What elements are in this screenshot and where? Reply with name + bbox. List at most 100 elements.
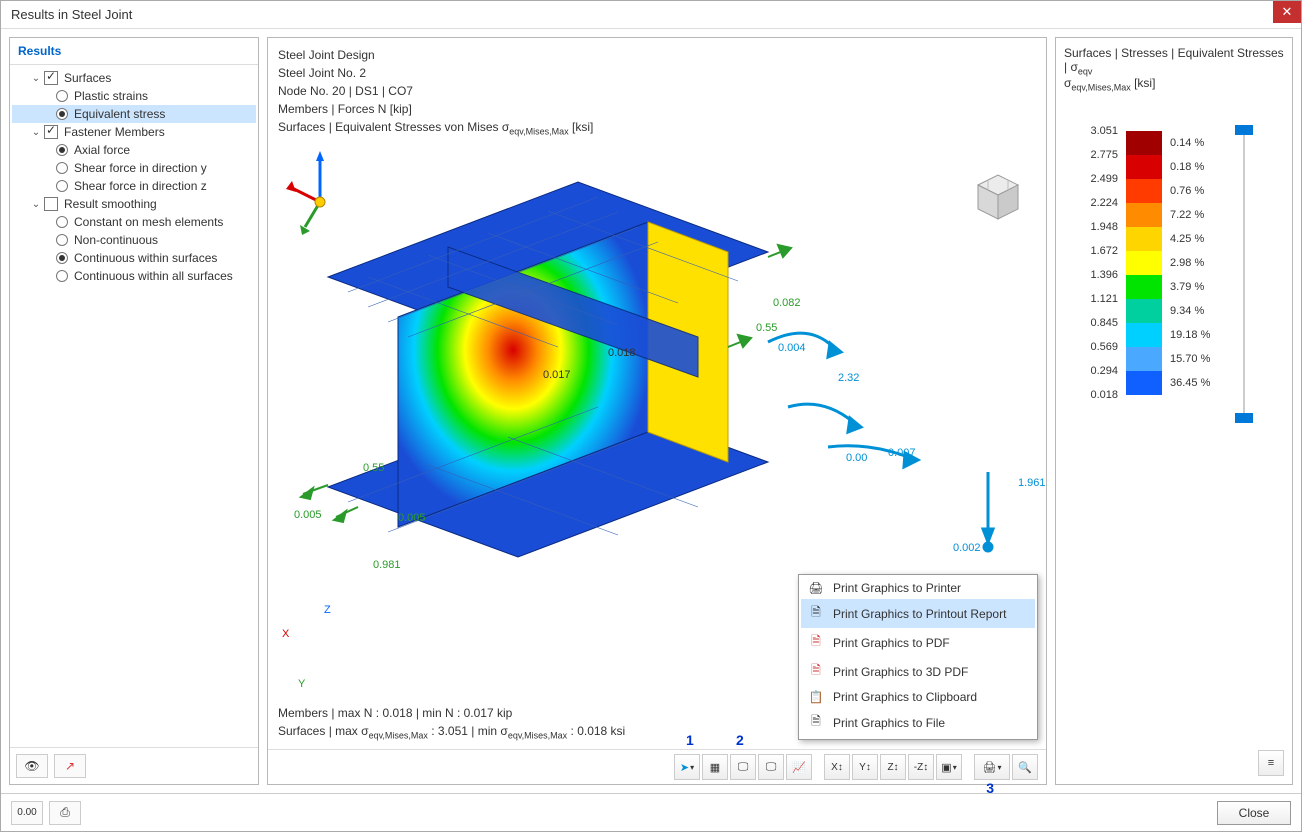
menu-print-file[interactable]: 🗎Print Graphics to File [801, 708, 1035, 737]
results-sidebar: Results ⌄ Surfaces Plastic strains Equiv… [9, 37, 259, 785]
printer-icon: 🖨 [807, 581, 825, 595]
checkbox-surfaces[interactable] [44, 71, 58, 85]
tree-axial-force[interactable]: Axial force [12, 141, 256, 159]
cube-icon: ▣ [941, 761, 951, 774]
chart-icon: 📈 [792, 761, 806, 774]
legend-slider[interactable] [1238, 129, 1250, 419]
annot-018: 0.018 [608, 347, 636, 359]
annot-981: 0.981 [373, 559, 401, 571]
print-context-menu: 🖨Print Graphics to Printer 🗎Print Graphi… [798, 574, 1038, 740]
checkbox-fastener[interactable] [44, 125, 58, 139]
menu-print-printer[interactable]: 🖨Print Graphics to Printer [801, 577, 1035, 599]
annot-0082: 0.082 [773, 297, 801, 309]
tree-within-surfaces[interactable]: Continuous within surfaces [12, 249, 256, 267]
display-mode-button[interactable]: ➤▾ [674, 754, 700, 780]
main-panel: Steel Joint Design Steel Joint No. 2 Nod… [267, 37, 1047, 785]
annot-004: 0.004 [778, 342, 806, 354]
tool-win1-button[interactable]: ▦ [702, 754, 728, 780]
menu-print-report[interactable]: 🗎Print Graphics to Printout Report [801, 599, 1035, 628]
close-icon: ✕ [1282, 4, 1293, 20]
view-z-button[interactable]: Z↕ [880, 754, 906, 780]
legend-settings-button[interactable]: ≡ [1258, 750, 1284, 776]
tool-win2-button[interactable]: 🖵 [730, 754, 756, 780]
printer-icon: 🖨 [983, 761, 997, 774]
zoom-button[interactable]: 🔍 [1012, 754, 1038, 780]
tree-shear-z[interactable]: Shear force in direction z [12, 177, 256, 195]
annot-002: 0.002 [953, 542, 981, 554]
axis-z-icon: Z↕ [887, 762, 898, 773]
annot-232: 2.32 [838, 372, 859, 384]
annot-1961: 1.961 [1018, 477, 1046, 489]
print-button[interactable]: 🖨▾ [974, 754, 1010, 780]
axis-triad [280, 147, 360, 237]
checkbox-smoothing[interactable] [44, 197, 58, 211]
viewport-toolbar: 1 2 ➤▾ ▦ 🖵 🖵 📈 X↕ Y↕ Z↕ -Z↕ ▣▾ 🖨▾ 🔍 3 [268, 749, 1046, 784]
radio-within-all[interactable] [56, 270, 68, 282]
tree-fastener-members[interactable]: ⌄ Fastener Members [12, 123, 256, 141]
magnifier-icon: 🔍 [1018, 761, 1032, 774]
tree-within-all[interactable]: Continuous within all surfaces [12, 267, 256, 285]
menu-print-clipboard[interactable]: 📋Print Graphics to Clipboard [801, 686, 1035, 708]
axis-z-label: Z [324, 604, 331, 616]
view-eye-button[interactable]: 👁 [16, 754, 48, 778]
tree-equivalent-stress[interactable]: Equivalent stress [12, 105, 256, 123]
radio-axial-force[interactable] [56, 144, 68, 156]
orientation-cube[interactable] [962, 159, 1034, 231]
tree-plastic-strains[interactable]: Plastic strains [12, 87, 256, 105]
axis-x-icon: X↕ [831, 762, 843, 773]
tool-chart-button[interactable]: 📈 [786, 754, 812, 780]
footer-units-button[interactable]: ⎙ [49, 801, 81, 825]
monitor-icon: 🖵 [738, 761, 749, 774]
slider-thumb-top[interactable] [1235, 125, 1253, 135]
view-cube-button[interactable]: ▣▾ [936, 754, 962, 780]
window-title: Results in Steel Joint [11, 7, 132, 22]
view-x-button[interactable]: X↕ [824, 754, 850, 780]
eye-icon: 👁 [24, 759, 39, 773]
tree-surfaces[interactable]: ⌄ Surfaces [12, 69, 256, 87]
legend-colors [1126, 131, 1162, 395]
callout-3: 3 [986, 780, 994, 796]
tree-constant[interactable]: Constant on mesh elements [12, 213, 256, 231]
menu-print-pdf[interactable]: 🗎Print Graphics to PDF [801, 628, 1035, 657]
tree-noncontinuous[interactable]: Non-continuous [12, 231, 256, 249]
axis-y-label: Y [298, 678, 305, 690]
annot-055a: 0.55 [756, 322, 777, 334]
radio-within-surfaces[interactable] [56, 252, 68, 264]
sidebar-header: Results [10, 38, 258, 65]
legend-percents: 0.14 %0.18 %0.76 %7.22 %4.25 %2.98 %3.79… [1170, 119, 1230, 395]
window-icon: ▦ [710, 761, 720, 774]
display-icon: ➤ [680, 761, 689, 774]
axis-negz-icon: -Z↕ [914, 762, 928, 773]
results-tree: ⌄ Surfaces Plastic strains Equivalent st… [10, 65, 258, 289]
radio-constant[interactable] [56, 216, 68, 228]
radio-noncontinuous[interactable] [56, 234, 68, 246]
radio-shear-z[interactable] [56, 180, 68, 192]
annot-017: 0.017 [543, 369, 571, 381]
view-y-button[interactable]: Y↕ [852, 754, 878, 780]
view-trend-button[interactable]: ↗ [54, 754, 86, 778]
tree-shear-y[interactable]: Shear force in direction y [12, 159, 256, 177]
close-button[interactable]: Close [1217, 801, 1291, 825]
radio-equivalent-stress[interactable] [56, 108, 68, 120]
radio-plastic-strains[interactable] [56, 90, 68, 102]
radio-shear-y[interactable] [56, 162, 68, 174]
pdf3d-icon: 🗎 [807, 661, 825, 682]
tool-win3-button[interactable]: 🖵 [758, 754, 784, 780]
menu-print-3dpdf[interactable]: 🗎Print Graphics to 3D PDF [801, 657, 1035, 686]
trend-icon: ↗ [65, 759, 75, 773]
view-neg-z-button[interactable]: -Z↕ [908, 754, 934, 780]
chevron-down-icon: ⌄ [30, 199, 42, 210]
legend-title: Surfaces | Stresses | Equivalent Stresse… [1064, 46, 1284, 93]
viewport-header: Steel Joint Design Steel Joint No. 2 Nod… [268, 38, 1046, 147]
axis-y-icon: Y↕ [859, 762, 871, 773]
legend-settings-icon: ≡ [1268, 757, 1274, 769]
callout-2: 2 [736, 732, 744, 748]
tree-smoothing[interactable]: ⌄ Result smoothing [12, 195, 256, 213]
footer-settings-button[interactable]: 0.00 [11, 801, 43, 825]
chevron-down-icon: ⌄ [30, 127, 42, 138]
numbers-icon: 0.00 [17, 807, 36, 818]
slider-thumb-bottom[interactable] [1235, 413, 1253, 423]
annot-007: 0.007 [888, 447, 916, 459]
titlebar: Results in Steel Joint ✕ [1, 1, 1301, 29]
window-close-button[interactable]: ✕ [1273, 1, 1301, 23]
